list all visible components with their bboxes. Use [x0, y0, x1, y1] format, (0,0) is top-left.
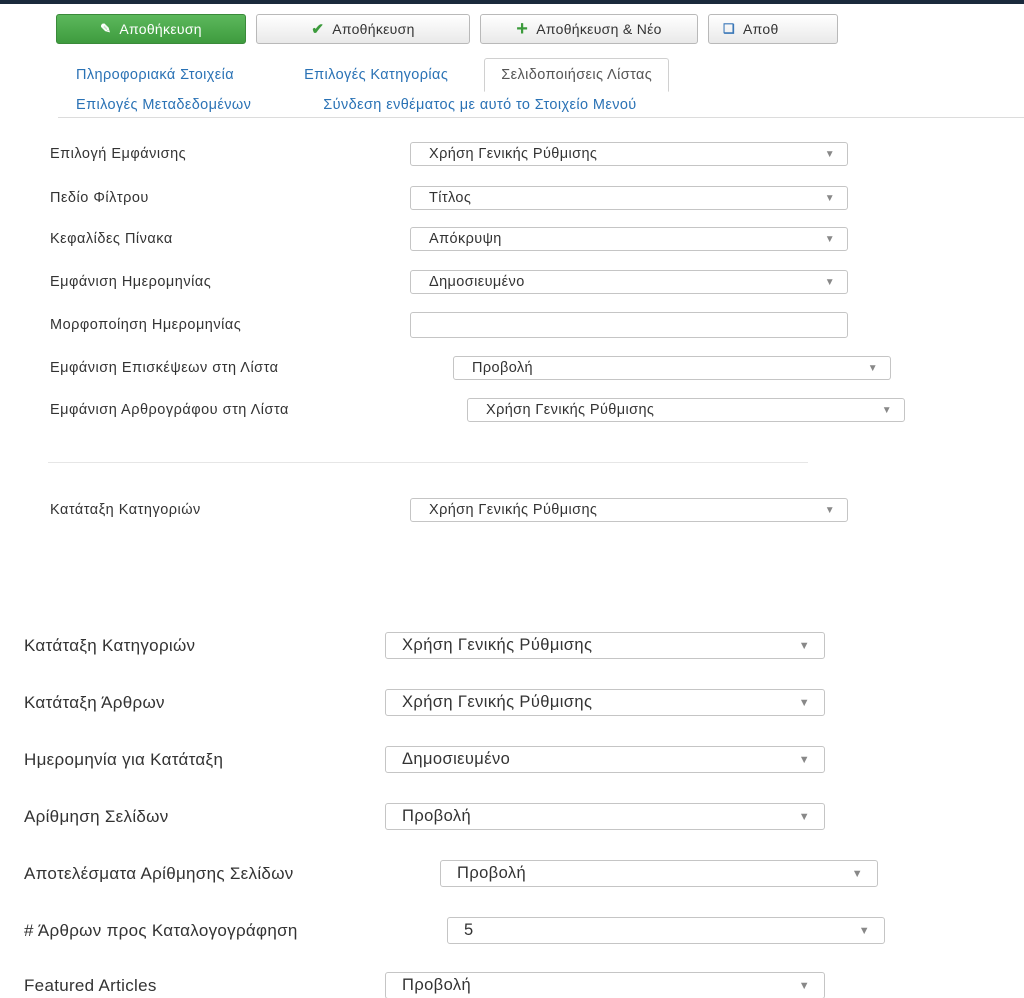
tab-details[interactable]: Πληροφοριακά Στοιχεία — [58, 67, 288, 83]
save-icon: ✎ — [100, 21, 112, 36]
select-value: Δημοσιευμένο — [402, 750, 511, 768]
field-label: Ημερομηνία για Κατάταξη — [24, 749, 224, 769]
form-row-list-hits: Εμφάνιση Επισκέψεων στη Λίστα Προβολή ▼ — [50, 356, 891, 380]
caret-down-icon: ▼ — [798, 639, 810, 652]
list-hits-select[interactable]: Προβολή ▼ — [453, 356, 891, 380]
caret-down-icon: ▼ — [824, 148, 835, 160]
caret-down-icon: ▼ — [858, 924, 870, 937]
field-label: Featured Articles — [24, 975, 157, 995]
field-label: Αρίθμηση Σελίδων — [24, 806, 169, 826]
select-value: Χρήση Γενικής Ρύθμισης — [429, 502, 598, 518]
form-row-filter-field: Πεδίο Φίλτρου Τίτλος ▼ — [50, 186, 848, 210]
select-value: Δημοσιευμένο — [429, 274, 525, 290]
save-primary-button[interactable]: ✎ Αποθήκευση — [56, 14, 246, 44]
form-row-pagination-results: Αποτελέσματα Αρίθμησης Σελίδων Προβολή ▼ — [24, 860, 878, 887]
form-row-list-author: Εμφάνιση Αρθρογράφου στη Λίστα Χρήση Γεν… — [50, 398, 905, 422]
caret-down-icon: ▼ — [824, 233, 835, 245]
form-row-article-order: Κατάταξη Άρθρων Χρήση Γενικής Ρύθμισης ▼ — [24, 689, 825, 716]
tab-category-options[interactable]: Επιλογές Κατηγορίας — [288, 67, 484, 83]
display-select[interactable]: Χρήση Γενικής Ρύθμισης ▼ — [410, 142, 848, 166]
table-headings-select[interactable]: Απόκρυψη ▼ — [410, 227, 848, 251]
form-row-category-order: Κατάταξη Κατηγοριών Χρήση Γενικής Ρύθμισ… — [50, 498, 848, 522]
caret-down-icon: ▼ — [798, 753, 810, 766]
tab-metadata-options[interactable]: Επιλογές Μεταδεδομένων — [58, 97, 307, 113]
select-value: Χρήση Γενικής Ρύθμισης — [429, 146, 598, 162]
toolbar: ✎ Αποθήκευση ✔ Αποθήκευση + Αποθήκευση &… — [56, 14, 838, 44]
top-border — [0, 0, 1024, 4]
num-articles-select[interactable]: 5 ▼ — [447, 917, 885, 944]
select-value: Προβολή — [472, 360, 534, 376]
field-label: Πεδίο Φίλτρου — [50, 190, 149, 206]
form-row-pagination: Αρίθμηση Σελίδων Προβολή ▼ — [24, 803, 825, 830]
form-row-featured-articles: Featured Articles Προβολή ▼ — [24, 972, 825, 998]
select-value: Χρήση Γενικής Ρύθμισης — [402, 636, 593, 654]
featured-articles-select[interactable]: Προβολή ▼ — [385, 972, 825, 998]
save-button[interactable]: ✔ Αποθήκευση — [256, 14, 470, 44]
caret-down-icon: ▼ — [798, 810, 810, 823]
field-label: Κεφαλίδες Πίνακα — [50, 231, 173, 247]
caret-down-icon: ▼ — [867, 362, 878, 374]
section-divider — [48, 462, 808, 463]
date-format-input[interactable] — [410, 312, 848, 338]
save-primary-label: Αποθήκευση — [119, 21, 202, 37]
select-value: Χρήση Γενικής Ρύθμισης — [486, 402, 655, 418]
field-label: Επιλογή Εμφάνισης — [50, 146, 187, 162]
field-label: Εμφάνιση Επισκέψεων στη Λίστα — [50, 360, 279, 376]
field-label: Μορφοποίηση Ημερομηνίας — [50, 317, 242, 333]
pagination-select[interactable]: Προβολή ▼ — [385, 803, 825, 830]
save-copy-button[interactable]: ❏ Αποθ — [708, 14, 838, 44]
select-value: Απόκρυψη — [429, 231, 502, 247]
caret-down-icon: ▼ — [824, 276, 835, 288]
tab-module-assignment[interactable]: Σύνδεση ενθέματος με αυτό το Στοιχείο Με… — [307, 97, 652, 113]
field-label: Αποτελέσματα Αρίθμησης Σελίδων — [24, 863, 294, 883]
caret-down-icon: ▼ — [851, 867, 863, 880]
form-row-table-headings: Κεφαλίδες Πίνακα Απόκρυψη ▼ — [50, 227, 848, 251]
field-label: Κατάταξη Άρθρων — [24, 692, 165, 712]
save-label: Αποθήκευση — [332, 21, 415, 37]
filter-field-select[interactable]: Τίτλος ▼ — [410, 186, 848, 210]
save-new-label: Αποθήκευση & Νέο — [536, 21, 662, 37]
field-label: # Άρθρων προς Καταλογογράφηση — [24, 920, 298, 940]
list-author-select[interactable]: Χρήση Γενικής Ρύθμισης ▼ — [467, 398, 905, 422]
field-label: Κατάταξη Κατηγοριών — [50, 502, 201, 518]
select-value: 5 — [464, 921, 474, 939]
select-value: Τίτλος — [429, 190, 472, 206]
tab-list-layouts[interactable]: Σελιδοποιήσεις Λίστας — [484, 58, 670, 92]
form-row-category-order-2: Κατάταξη Κατηγοριών Χρήση Γενικής Ρύθμισ… — [24, 632, 825, 659]
caret-down-icon: ▼ — [798, 696, 810, 709]
article-order-select[interactable]: Χρήση Γενικής Ρύθμισης ▼ — [385, 689, 825, 716]
tab-bar: Πληροφοριακά Στοιχεία Επιλογές Κατηγορία… — [58, 58, 1024, 118]
select-value: Προβολή — [457, 864, 527, 882]
caret-down-icon: ▼ — [824, 504, 835, 516]
field-label: Εμφάνιση Αρθρογράφου στη Λίστα — [50, 402, 289, 418]
form-row-show-date: Εμφάνιση Ημερομηνίας Δημοσιευμένο ▼ — [50, 270, 848, 294]
save-new-button[interactable]: + Αποθήκευση & Νέο — [480, 14, 698, 44]
category-order-select-2[interactable]: Χρήση Γενικής Ρύθμισης ▼ — [385, 632, 825, 659]
select-value: Προβολή — [402, 976, 472, 994]
save-copy-label: Αποθ — [742, 21, 779, 37]
form-row-num-articles: # Άρθρων προς Καταλογογράφηση 5 ▼ — [24, 917, 885, 944]
caret-down-icon: ▼ — [881, 404, 892, 416]
plus-icon: + — [516, 17, 529, 40]
form-row-date-for-ordering: Ημερομηνία για Κατάταξη Δημοσιευμένο ▼ — [24, 746, 825, 773]
select-value: Προβολή — [402, 807, 472, 825]
form-row-display-select: Επιλογή Εμφάνισης Χρήση Γενικής Ρύθμισης… — [50, 142, 848, 166]
check-icon: ✔ — [311, 21, 325, 38]
date-for-ordering-select[interactable]: Δημοσιευμένο ▼ — [385, 746, 825, 773]
field-label: Κατάταξη Κατηγοριών — [24, 635, 196, 655]
select-value: Χρήση Γενικής Ρύθμισης — [402, 693, 593, 711]
pagination-results-select[interactable]: Προβολή ▼ — [440, 860, 878, 887]
caret-down-icon: ▼ — [824, 192, 835, 204]
category-order-select[interactable]: Χρήση Γενικής Ρύθμισης ▼ — [410, 498, 848, 522]
show-date-select[interactable]: Δημοσιευμένο ▼ — [410, 270, 848, 294]
field-label: Εμφάνιση Ημερομηνίας — [50, 274, 212, 290]
caret-down-icon: ▼ — [798, 979, 810, 992]
form-row-date-format: Μορφοποίηση Ημερομηνίας — [50, 312, 848, 338]
copy-icon: ❏ — [723, 21, 735, 36]
